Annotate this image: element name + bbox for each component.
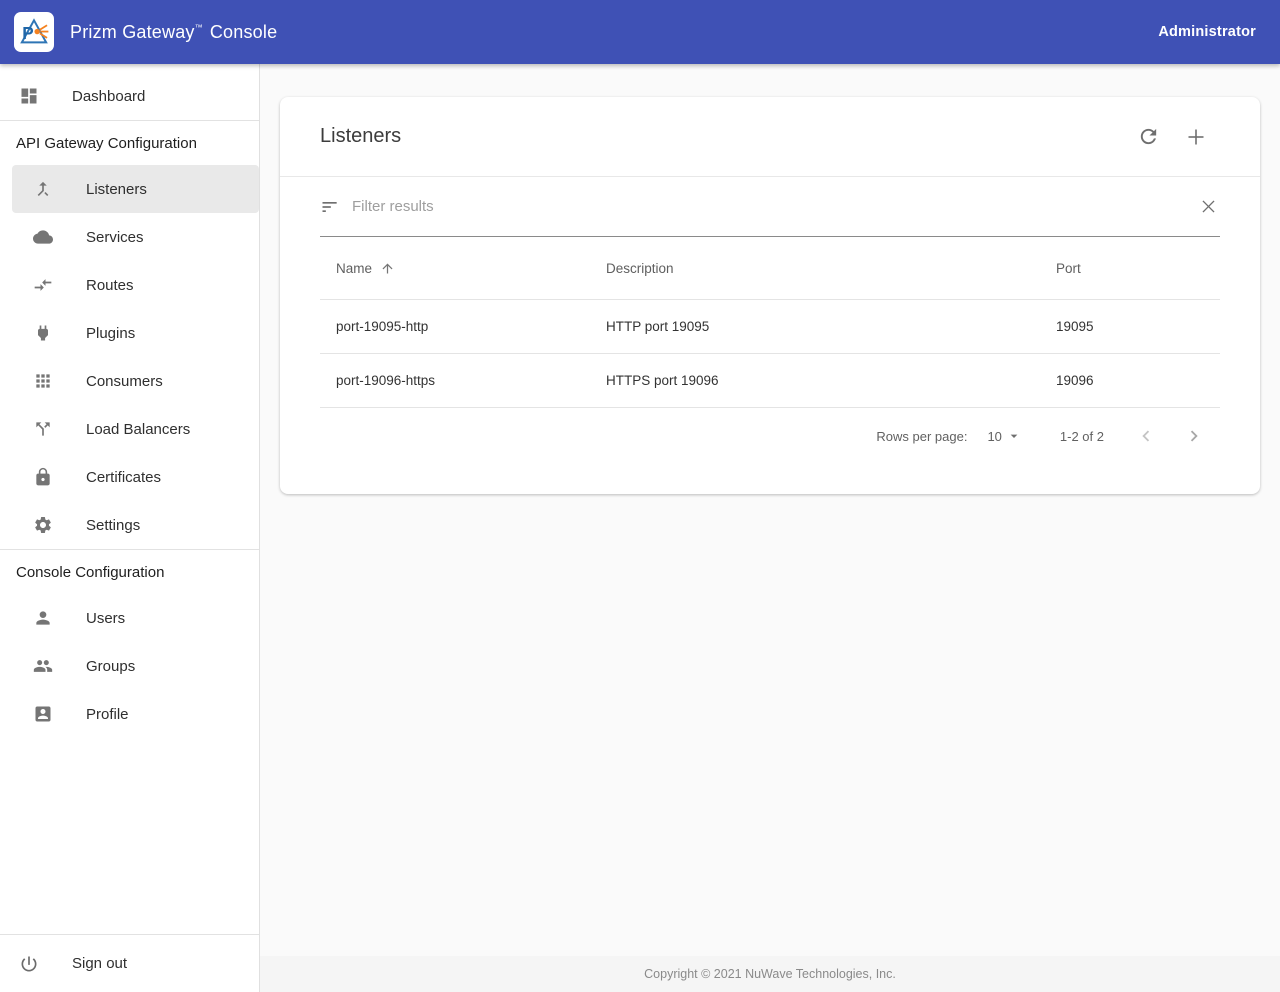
sort-ascending-icon [380, 261, 395, 276]
page-title: Listeners [320, 125, 401, 148]
person-icon [33, 608, 53, 628]
previous-page-button[interactable] [1134, 424, 1158, 448]
sidebar-item-label: Consumers [86, 373, 163, 390]
main-content: Listeners Name [260, 64, 1280, 992]
sidebar-item-label: Load Balancers [86, 421, 190, 438]
sidebar-section-api-gateway: API Gateway Configuration [0, 121, 259, 165]
table-row[interactable]: port-19096-https HTTPS port 19096 19096 [320, 354, 1220, 408]
table-header-row: Name Description Port [320, 237, 1220, 300]
listeners-table: Name Description Port port-19095-http HT… [320, 237, 1220, 408]
lock-icon [33, 467, 53, 487]
people-icon [33, 656, 53, 676]
column-header-port[interactable]: Port [1040, 237, 1220, 299]
listener-port: 19095 [1040, 300, 1220, 353]
chevron-right-icon [1183, 425, 1205, 447]
call-split-icon [33, 419, 53, 439]
rows-per-page-select[interactable]: 10 [987, 428, 1021, 444]
sidebar-item-routes[interactable]: Routes [0, 261, 259, 309]
sidebar-item-plugins[interactable]: Plugins [0, 309, 259, 357]
table-row[interactable]: port-19095-http HTTP port 19095 19095 [320, 300, 1220, 354]
sidebar-item-dashboard[interactable]: Dashboard [0, 72, 259, 120]
filter-bar [320, 177, 1220, 237]
app-title: Prizm Gateway™ Console [70, 22, 277, 43]
sidebar-item-settings[interactable]: Settings [0, 501, 259, 549]
sidebar-item-label: Profile [86, 706, 129, 723]
column-header-description[interactable]: Description [590, 237, 1040, 299]
cloud-icon [33, 227, 53, 247]
listener-description: HTTPS port 19096 [590, 354, 1040, 407]
sidebar-item-profile[interactable]: Profile [0, 690, 259, 738]
listeners-card: Listeners Name [280, 97, 1260, 494]
caret-down-icon [1006, 428, 1022, 444]
sidebar-item-users[interactable]: Users [0, 594, 259, 642]
listener-description: HTTP port 19095 [590, 300, 1040, 353]
apps-grid-icon [33, 371, 53, 391]
sidebar-item-services[interactable]: Services [0, 213, 259, 261]
app-logo: P [14, 12, 54, 52]
sidebar-nav: Dashboard API Gateway Configuration List… [0, 64, 260, 992]
sidebar-item-label: Listeners [86, 181, 147, 198]
footer: Copyright © 2021 NuWave Technologies, In… [260, 956, 1280, 992]
sidebar-item-load-balancers[interactable]: Load Balancers [0, 405, 259, 453]
sidebar-item-groups[interactable]: Groups [0, 642, 259, 690]
sidebar-item-label: Certificates [86, 469, 161, 486]
power-icon [19, 954, 39, 974]
filter-icon [320, 197, 340, 217]
prizm-logo-icon: P [16, 14, 52, 50]
refresh-icon [1137, 125, 1160, 148]
sign-out-label: Sign out [72, 955, 127, 972]
app-title-primary: Prizm Gateway [70, 22, 195, 43]
svg-text:P: P [22, 24, 33, 43]
dashboard-icon [19, 86, 39, 106]
app-bar: P Prizm Gateway™ Console Administrator [0, 0, 1280, 64]
sidebar-section-console-config: Console Configuration [0, 550, 259, 594]
sidebar-item-certificates[interactable]: Certificates [0, 453, 259, 501]
sign-out-button[interactable]: Sign out [0, 935, 259, 992]
sidebar-item-listeners[interactable]: Listeners [12, 165, 259, 213]
compare-arrows-icon [33, 275, 53, 295]
sidebar-item-label: Settings [86, 517, 140, 534]
table-pagination: Rows per page: 10 1-2 of 2 [320, 408, 1220, 464]
sidebar-item-label: Groups [86, 658, 135, 675]
contact-card-icon [33, 704, 53, 724]
add-icon [1184, 125, 1208, 149]
chevron-left-icon [1135, 425, 1157, 447]
sidebar-item-label: Routes [86, 277, 134, 294]
add-listener-button[interactable] [1182, 123, 1210, 151]
user-menu[interactable]: Administrator [1158, 24, 1256, 40]
listener-port: 19096 [1040, 354, 1220, 407]
next-page-button[interactable] [1182, 424, 1206, 448]
gear-icon [33, 515, 53, 535]
copyright-text: Copyright © 2021 NuWave Technologies, In… [644, 967, 896, 981]
filter-input[interactable] [340, 187, 1196, 227]
sidebar-item-label: Dashboard [72, 88, 145, 105]
column-header-name[interactable]: Name [320, 237, 590, 299]
rows-per-page-label: Rows per page: [876, 429, 967, 444]
clear-filter-button[interactable] [1196, 195, 1220, 219]
card-header: Listeners [280, 97, 1260, 177]
call-merge-icon [33, 179, 53, 199]
sidebar-item-label: Plugins [86, 325, 135, 342]
sidebar-item-label: Services [86, 229, 144, 246]
sidebar-item-consumers[interactable]: Consumers [0, 357, 259, 405]
plug-icon [33, 323, 53, 343]
close-icon [1199, 197, 1218, 216]
listener-name: port-19095-http [320, 300, 590, 353]
trademark-symbol: ™ [195, 23, 203, 32]
sidebar-item-label: Users [86, 610, 125, 627]
app-title-secondary: Console [210, 22, 277, 43]
pagination-range-label: 1-2 of 2 [1060, 429, 1104, 444]
listener-name: port-19096-https [320, 354, 590, 407]
refresh-button[interactable] [1134, 123, 1162, 151]
